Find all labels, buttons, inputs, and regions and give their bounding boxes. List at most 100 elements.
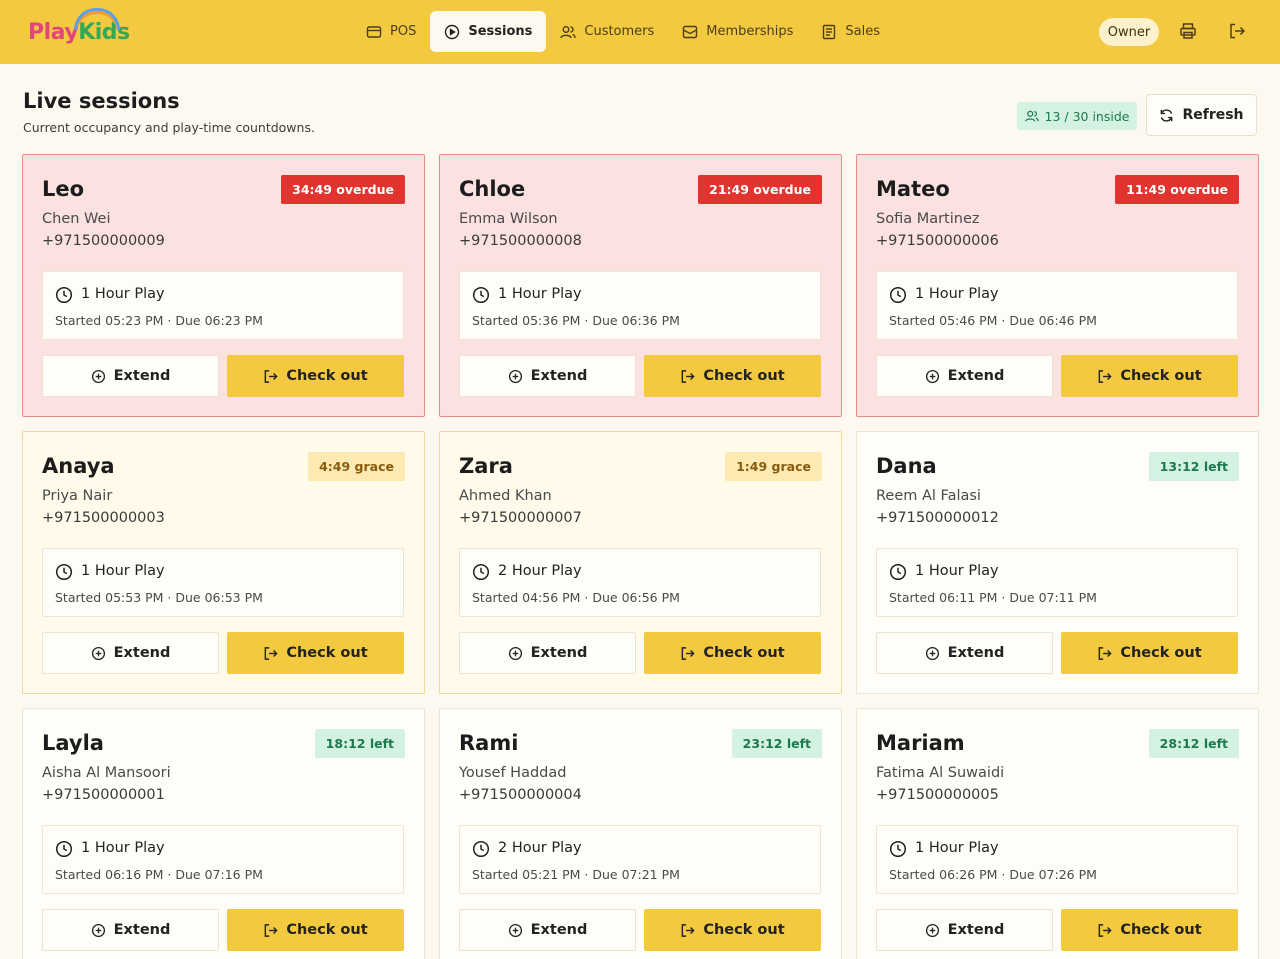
- checkout-button[interactable]: Check out: [227, 632, 404, 674]
- clock-icon: [472, 286, 490, 304]
- time-status-badge: 28:12 left: [1148, 729, 1239, 758]
- plus-circle-icon: [508, 923, 522, 937]
- extend-label: Extend: [530, 645, 588, 661]
- time-status-badge: 34:49 overdue: [281, 175, 405, 204]
- role-badge[interactable]: Owner: [1099, 18, 1159, 46]
- plus-circle-icon: [91, 923, 105, 937]
- plus-circle-icon: [508, 646, 522, 660]
- checkout-icon: [681, 646, 695, 660]
- nav-label: POS: [390, 24, 417, 39]
- checkout-button[interactable]: Check out: [644, 909, 821, 951]
- plan-times: Started 05:23 PM · Due 06:23 PM: [55, 313, 263, 328]
- time-status-badge: 4:49 grace: [308, 452, 405, 481]
- extend-button[interactable]: Extend: [876, 355, 1053, 397]
- printer-icon[interactable]: [1179, 22, 1197, 40]
- child-name: Mariam: [876, 731, 965, 755]
- checkout-icon: [1098, 646, 1112, 660]
- parent-phone: +971500000009: [42, 233, 165, 249]
- child-name: Layla: [42, 731, 104, 755]
- page-title: Live sessions: [23, 89, 180, 113]
- time-status-badge: 18:12 left: [314, 729, 405, 758]
- session-card: Layla 18:12 left Aisha Al Mansoori +9715…: [22, 708, 425, 959]
- checkout-button[interactable]: Check out: [1061, 355, 1238, 397]
- plan-box: 1 Hour Play Started 05:46 PM · Due 06:46…: [876, 271, 1238, 340]
- app-logo[interactable]: Play Kids: [28, 8, 130, 50]
- clock-icon: [55, 286, 73, 304]
- extend-button[interactable]: Extend: [876, 632, 1053, 674]
- memberships-icon: [683, 25, 698, 38]
- plan-box: 1 Hour Play Started 05:23 PM · Due 06:23…: [42, 271, 404, 340]
- extend-button[interactable]: Extend: [42, 632, 219, 674]
- extend-label: Extend: [530, 368, 588, 384]
- clock-icon: [472, 563, 490, 581]
- clock-icon: [55, 840, 73, 858]
- checkout-icon: [264, 369, 278, 383]
- session-card: Zara 1:49 grace Ahmed Khan +971500000007…: [439, 431, 842, 694]
- plan-times: Started 06:11 PM · Due 07:11 PM: [889, 590, 1097, 605]
- child-name: Rami: [459, 731, 519, 755]
- plus-circle-icon: [508, 369, 522, 383]
- main-nav: POS Sessions Customers Memberships Sales: [352, 11, 894, 52]
- refresh-icon: [1161, 108, 1173, 122]
- plan-name: 1 Hour Play: [81, 286, 165, 302]
- nav-item-sessions[interactable]: Sessions: [430, 11, 547, 52]
- extend-button[interactable]: Extend: [876, 909, 1053, 951]
- extend-button[interactable]: Extend: [42, 355, 219, 397]
- child-name: Anaya: [42, 454, 115, 478]
- nav-item-pos[interactable]: POS: [352, 11, 430, 52]
- child-name: Zara: [459, 454, 513, 478]
- checkout-button[interactable]: Check out: [644, 355, 821, 397]
- logout-icon[interactable]: [1228, 22, 1246, 40]
- sessions-icon: [445, 24, 460, 39]
- parent-name: Sofia Martinez: [876, 211, 980, 227]
- refresh-button[interactable]: Refresh: [1146, 94, 1257, 136]
- plan-name: 1 Hour Play: [81, 563, 165, 579]
- checkout-button[interactable]: Check out: [227, 909, 404, 951]
- parent-phone: +971500000012: [876, 510, 999, 526]
- session-card: Mariam 28:12 left Fatima Al Suwaidi +971…: [856, 708, 1259, 959]
- rainbow-icon: [74, 8, 120, 30]
- plan-times: Started 05:53 PM · Due 06:53 PM: [55, 590, 263, 605]
- parent-phone: +971500000001: [42, 787, 165, 803]
- nav-item-memberships[interactable]: Memberships: [668, 11, 807, 52]
- session-card: Rami 23:12 left Yousef Haddad +971500000…: [439, 708, 842, 959]
- checkout-label: Check out: [1120, 368, 1202, 384]
- plan-box: 1 Hour Play Started 06:16 PM · Due 07:16…: [42, 825, 404, 894]
- clock-icon: [889, 563, 907, 581]
- checkout-icon: [681, 369, 695, 383]
- checkout-button[interactable]: Check out: [644, 632, 821, 674]
- plus-circle-icon: [91, 369, 105, 383]
- time-status-badge: 11:49 overdue: [1115, 175, 1239, 204]
- extend-label: Extend: [947, 922, 1005, 938]
- extend-label: Extend: [113, 645, 171, 661]
- checkout-button[interactable]: Check out: [1061, 909, 1238, 951]
- plus-circle-icon: [91, 646, 105, 660]
- extend-label: Extend: [947, 645, 1005, 661]
- child-name: Dana: [876, 454, 937, 478]
- plan-times: Started 05:36 PM · Due 06:36 PM: [472, 313, 680, 328]
- checkout-button[interactable]: Check out: [227, 355, 404, 397]
- parent-name: Ahmed Khan: [459, 488, 552, 504]
- nav-label: Customers: [584, 24, 655, 39]
- parent-name: Chen Wei: [42, 211, 111, 227]
- extend-button[interactable]: Extend: [459, 355, 636, 397]
- nav-label: Sales: [845, 24, 881, 39]
- checkout-label: Check out: [703, 368, 785, 384]
- plan-box: 2 Hour Play Started 05:21 PM · Due 07:21…: [459, 825, 821, 894]
- parent-name: Fatima Al Suwaidi: [876, 765, 1005, 781]
- checkout-label: Check out: [286, 368, 368, 384]
- plan-name: 1 Hour Play: [915, 286, 999, 302]
- logo-text-play: Play: [28, 19, 79, 45]
- plan-box: 1 Hour Play Started 05:53 PM · Due 06:53…: [42, 548, 404, 617]
- extend-button[interactable]: Extend: [42, 909, 219, 951]
- parent-phone: +971500000007: [459, 510, 582, 526]
- checkout-label: Check out: [703, 645, 785, 661]
- checkout-button[interactable]: Check out: [1061, 632, 1238, 674]
- extend-button[interactable]: Extend: [459, 632, 636, 674]
- nav-item-customers[interactable]: Customers: [546, 11, 668, 52]
- nav-item-sales[interactable]: Sales: [807, 11, 894, 52]
- sales-icon: [823, 24, 836, 39]
- parent-name: Emma Wilson: [459, 211, 558, 227]
- extend-button[interactable]: Extend: [459, 909, 636, 951]
- time-status-badge: 23:12 left: [731, 729, 822, 758]
